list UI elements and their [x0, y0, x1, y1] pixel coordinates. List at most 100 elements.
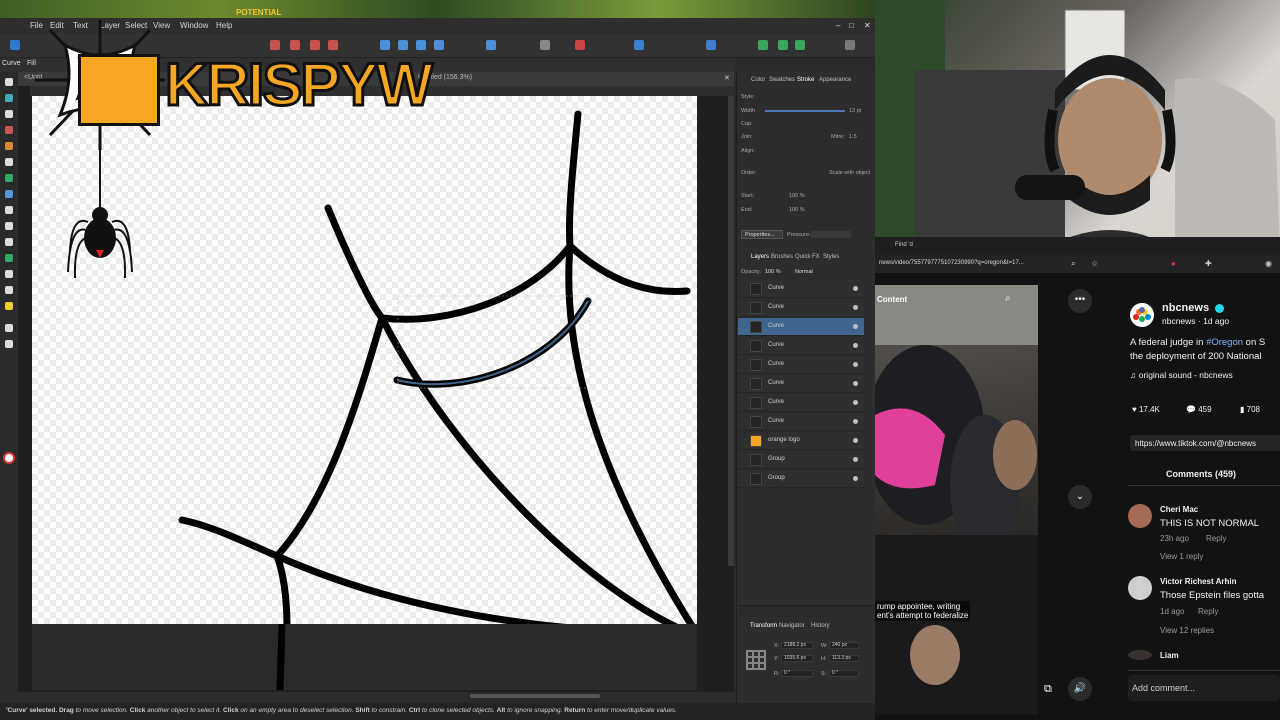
visibility-toggle-icon[interactable]: [853, 286, 858, 291]
avatar[interactable]: [1128, 504, 1152, 528]
avatar[interactable]: [1130, 303, 1154, 327]
layer-row[interactable]: Curve: [738, 375, 864, 393]
avatar[interactable]: [1128, 576, 1152, 600]
address-bar[interactable]: news/video/7557797775107230990?q=oregon&…: [875, 255, 1280, 273]
properties-button[interactable]: Properties...: [741, 230, 783, 239]
arrange-icon[interactable]: [706, 40, 716, 50]
node-tool-icon[interactable]: [5, 94, 13, 102]
tab-stroke[interactable]: Stroke: [797, 77, 814, 83]
tab-layers[interactable]: Layers: [751, 254, 769, 260]
snapping-icon[interactable]: [540, 40, 550, 50]
artboard-tool-icon[interactable]: [5, 110, 13, 118]
like-button[interactable]: ♥ 17.4K: [1132, 405, 1160, 414]
layer-row[interactable]: Curve: [738, 318, 864, 336]
tab-styles[interactable]: Styles: [823, 254, 839, 260]
sound-label[interactable]: ♫ original sound - nbcnews: [1130, 370, 1233, 380]
width-value[interactable]: 13 pt: [849, 108, 861, 114]
maximize-icon[interactable]: □: [849, 21, 854, 30]
color-picker-tool-icon[interactable]: [5, 302, 13, 310]
arrange-icon[interactable]: [634, 40, 644, 50]
layer-row[interactable]: Curve: [738, 299, 864, 317]
pressure-graph[interactable]: [811, 231, 851, 238]
tab-transform[interactable]: Transform: [750, 623, 777, 629]
layer-row[interactable]: Curve: [738, 337, 864, 355]
share-link-box[interactable]: https://www.tiktok.com/@nbcnews: [1130, 435, 1280, 451]
fill-swatch-icon[interactable]: [3, 452, 15, 464]
text-tool-icon[interactable]: [5, 270, 13, 278]
tiktok-video[interactable]: Content ⌕ rump appointee, writing ent's …: [875, 285, 1038, 715]
layer-row[interactable]: Curve: [738, 394, 864, 412]
comments-header[interactable]: Comments (459): [1166, 469, 1236, 479]
avatar[interactable]: [1128, 650, 1152, 660]
assistant-icon[interactable]: [758, 40, 768, 50]
visibility-toggle-icon[interactable]: [853, 419, 858, 424]
brush-tool-icon[interactable]: [5, 158, 13, 166]
profile-icon[interactable]: ◉: [1265, 259, 1272, 268]
view-replies-link[interactable]: View 1 reply: [1160, 552, 1203, 561]
pencil-tool-icon[interactable]: [5, 142, 13, 150]
assistant-icon[interactable]: [795, 40, 805, 50]
author-name[interactable]: nbcnews: [1162, 302, 1209, 314]
boolean-icon[interactable]: [270, 40, 280, 50]
horizontal-scrollbar[interactable]: [470, 694, 600, 698]
view-replies-link[interactable]: View 12 replies: [1160, 626, 1214, 635]
visibility-toggle-icon[interactable]: [853, 324, 858, 329]
search-icon[interactable]: ⌕: [1005, 293, 1011, 304]
comment-button[interactable]: 💬 459: [1186, 405, 1212, 414]
layer-row[interactable]: Group: [738, 451, 864, 469]
zoom-tool-icon[interactable]: [5, 324, 13, 332]
rotation-field[interactable]: 0 °: [781, 670, 813, 677]
ellipse-tool-icon[interactable]: [5, 238, 13, 246]
find-tab[interactable]: Find 'd: [895, 242, 913, 248]
start-percent[interactable]: 100 %: [789, 193, 805, 199]
align-icon[interactable]: [380, 40, 390, 50]
persona-designer-icon[interactable]: [10, 40, 20, 50]
tab-navigator[interactable]: Navigator: [779, 623, 805, 629]
comment-user[interactable]: Victor Richest Arhin: [1160, 577, 1236, 586]
w-field[interactable]: 240 px: [829, 642, 859, 649]
visibility-toggle-icon[interactable]: [853, 457, 858, 462]
bookmark-star-icon[interactable]: ☆: [1091, 259, 1098, 268]
layer-row[interactable]: Curve: [738, 413, 864, 431]
tab-color[interactable]: Color: [751, 77, 765, 83]
picture-in-picture-icon[interactable]: ⧉: [1044, 683, 1052, 696]
move-tool-icon[interactable]: [5, 78, 13, 86]
rectangle-tool-icon[interactable]: [5, 222, 13, 230]
layer-row[interactable]: Curve: [738, 356, 864, 374]
volume-icon[interactable]: 🔊: [1068, 677, 1092, 701]
chevron-down-icon[interactable]: ⌄: [1068, 485, 1092, 509]
visibility-toggle-icon[interactable]: [853, 476, 858, 481]
anchor-selector-icon[interactable]: [746, 650, 766, 670]
order-icon[interactable]: [486, 40, 496, 50]
y-field[interactable]: 1035.6 px: [781, 655, 813, 662]
save-button[interactable]: ▮ 708: [1240, 405, 1260, 414]
align-icon[interactable]: [398, 40, 408, 50]
fill-tool-icon[interactable]: [5, 174, 13, 182]
h-field[interactable]: 113.3 px: [829, 655, 859, 662]
visibility-toggle-icon[interactable]: [853, 438, 858, 443]
width-slider[interactable]: [765, 110, 845, 112]
add-comment-input[interactable]: Add comment...: [1128, 675, 1280, 701]
tab-history[interactable]: History: [811, 623, 830, 629]
crop-tool-icon[interactable]: [5, 206, 13, 214]
align-icon[interactable]: [434, 40, 444, 50]
visibility-toggle-icon[interactable]: [853, 400, 858, 405]
reply-link[interactable]: Reply: [1198, 607, 1218, 616]
end-percent[interactable]: 100 %: [789, 207, 805, 213]
x-field[interactable]: 2188.2 px: [781, 642, 813, 649]
align-icon[interactable]: [416, 40, 426, 50]
minimize-icon[interactable]: –: [836, 21, 840, 30]
boolean-icon[interactable]: [310, 40, 320, 50]
account-icon[interactable]: [845, 40, 855, 50]
frame-text-tool-icon[interactable]: [5, 286, 13, 294]
snapping-options-icon[interactable]: [575, 40, 585, 50]
comment-user[interactable]: Cheri Mac: [1160, 505, 1198, 514]
extension-icon[interactable]: ●: [1171, 259, 1176, 268]
shape-tool-icon[interactable]: [5, 254, 13, 262]
transparency-tool-icon[interactable]: [5, 190, 13, 198]
layer-row[interactable]: Curve: [738, 280, 864, 298]
assistant-icon[interactable]: [778, 40, 788, 50]
visibility-toggle-icon[interactable]: [853, 343, 858, 348]
reply-link[interactable]: Reply: [1206, 534, 1226, 543]
visibility-toggle-icon[interactable]: [853, 362, 858, 367]
